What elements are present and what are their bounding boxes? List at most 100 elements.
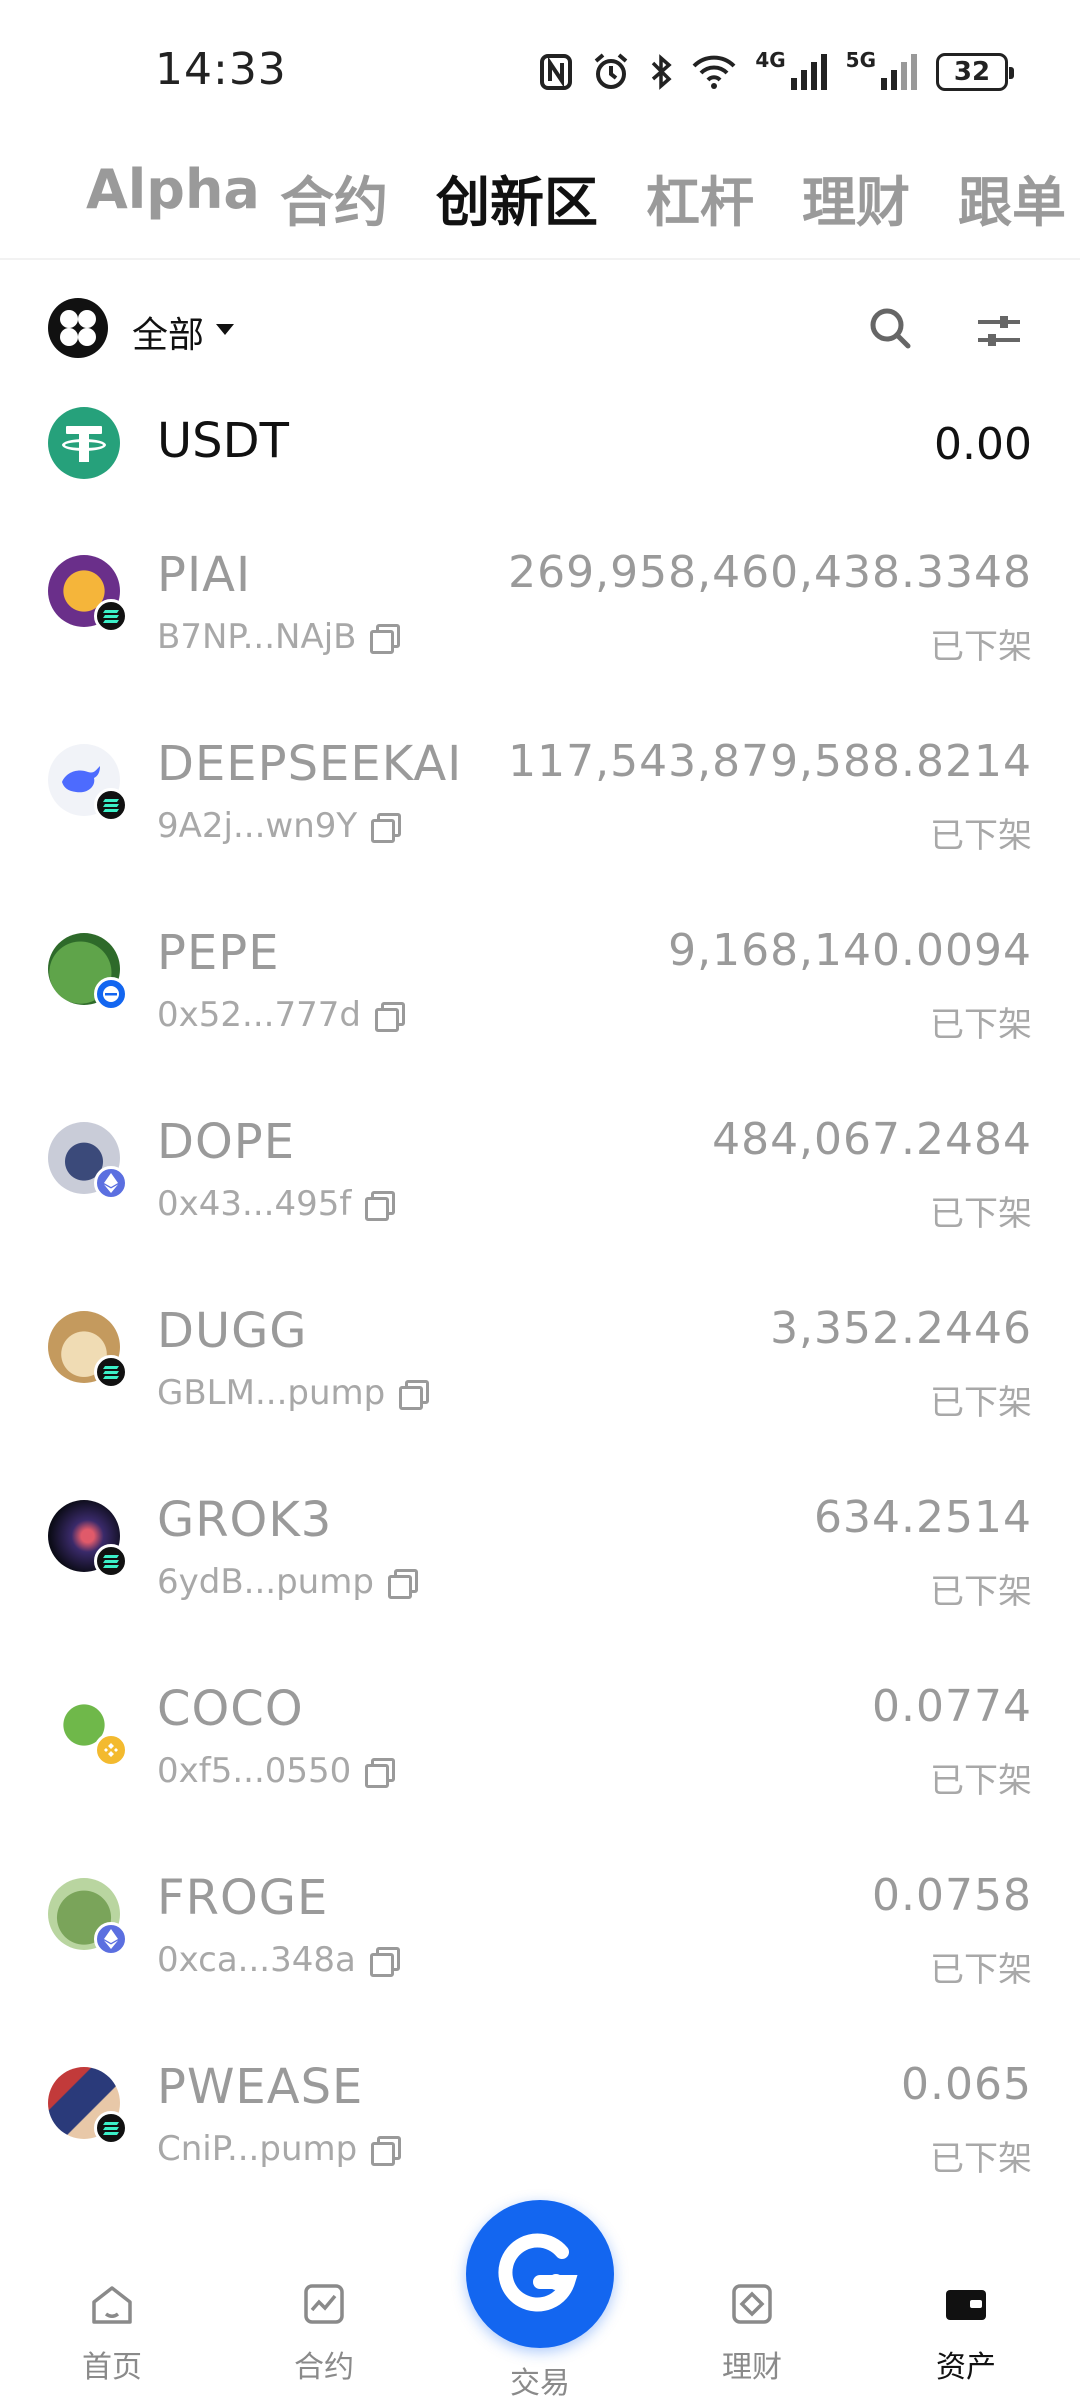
copy-icon[interactable] [370, 624, 401, 654]
alarm-icon [595, 53, 628, 89]
status-icons: 4G 5G 32 [539, 46, 1014, 98]
asset-row[interactable]: DOPE 0x43...495f 484,067.2484 已下架 [0, 1092, 1080, 1280]
tab-copy-trading[interactable]: 跟单 [958, 158, 1066, 237]
copy-icon[interactable] [365, 1191, 396, 1221]
all-chains-icon[interactable] [48, 298, 108, 358]
copy-icon[interactable] [371, 2136, 402, 2166]
battery-icon: 32 [936, 53, 1014, 91]
copy-icon[interactable] [387, 1569, 418, 1599]
pwease-token-icon [48, 2067, 128, 2145]
token-address: 0xca...348a [157, 1940, 400, 1980]
status-time: 14:33 [155, 44, 287, 95]
delisted-status: 已下架 [930, 1950, 1032, 1990]
tab-contract[interactable]: 合约 [280, 158, 388, 237]
tether-icon [48, 407, 120, 479]
token-amount: 117,543,879,588.8214 [508, 736, 1032, 787]
address-text: B7NP...NAjB [157, 617, 357, 657]
token-address: GBLM...pump [157, 1373, 430, 1413]
ethereum-icon [94, 1922, 128, 1956]
nav-label: 理财 [722, 2350, 782, 2385]
token-address: B7NP...NAjB [157, 617, 401, 657]
network-type-2: 5G [845, 48, 876, 72]
search-icon[interactable] [866, 304, 916, 354]
delisted-status: 已下架 [930, 1572, 1032, 1612]
copy-icon[interactable] [365, 1758, 396, 1788]
solana-icon [94, 1355, 128, 1389]
delisted-status: 已下架 [930, 816, 1032, 856]
asset-row-usdt[interactable]: USDT 0.00 [0, 385, 1080, 495]
solana-icon [94, 1544, 128, 1578]
token-name: PEPE [157, 925, 280, 981]
copy-icon[interactable] [374, 1002, 405, 1032]
bluetooth-icon [652, 54, 672, 90]
delisted-status: 已下架 [930, 1383, 1032, 1423]
trade-icon [498, 2233, 578, 2312]
delisted-status: 已下架 [930, 627, 1032, 667]
token-address: 0x52...777d [157, 995, 405, 1035]
nav-finance[interactable]: 理财 [692, 2280, 812, 2386]
copy-icon[interactable] [369, 1947, 400, 1977]
nav-assets[interactable]: 资产 [906, 2280, 1026, 2386]
asset-row[interactable]: DUGG GBLM...pump 3,352.2446 已下架 [0, 1281, 1080, 1469]
asset-row[interactable]: COCO 0xf5...0550 0.0774 已下架 [0, 1659, 1080, 1847]
token-amount: 0.0774 [872, 1681, 1032, 1732]
token-name: COCO [157, 1681, 304, 1737]
token-address: 6ydB...pump [157, 1562, 418, 1602]
copy-icon[interactable] [371, 813, 402, 843]
filter-settings-icon[interactable] [974, 306, 1024, 356]
token-name: FROGE [157, 1870, 329, 1926]
address-text: 0x43...495f [157, 1184, 352, 1224]
coco-token-icon [48, 1689, 128, 1767]
token-amount: 634.2514 [814, 1492, 1032, 1543]
home-icon [92, 2286, 132, 2324]
copy-icon[interactable] [399, 1380, 430, 1410]
deepseekai-token-icon [48, 744, 128, 822]
grok3-token-icon [48, 1500, 128, 1578]
wallet-icon [946, 2290, 986, 2320]
delisted-status: 已下架 [930, 2139, 1032, 2179]
chevron-down-icon[interactable] [216, 324, 234, 335]
signal-icon [881, 54, 917, 90]
froge-token-icon [48, 1878, 128, 1956]
signal-icon [790, 54, 827, 90]
tab-margin[interactable]: 杠杆 [646, 158, 754, 237]
finance-icon [732, 2284, 772, 2324]
delisted-status: 已下架 [930, 1005, 1032, 1045]
dugg-token-icon [48, 1311, 128, 1389]
address-text: 0xf5...0550 [157, 1751, 352, 1791]
wifi-icon [692, 55, 736, 89]
asset-row[interactable]: DEEPSEEKAI 9A2j...wn9Y 117,543,879,588.8… [0, 714, 1080, 902]
solana-icon [94, 599, 128, 633]
asset-row[interactable]: PWEASE CniP...pump 0.065 已下架 [0, 2037, 1080, 2225]
nav-home[interactable]: 首页 [52, 2280, 172, 2386]
asset-row[interactable]: FROGE 0xca...348a 0.0758 已下架 [0, 1848, 1080, 2036]
solana-icon [94, 788, 128, 822]
address-text: 0xca...348a [157, 1940, 356, 1980]
token-amount: 269,958,460,438.3348 [508, 547, 1032, 598]
nfc-icon [540, 54, 573, 90]
trade-button[interactable] [466, 2200, 614, 2348]
address-text: 9A2j...wn9Y [157, 806, 358, 846]
asset-row[interactable]: PIAI B7NP...NAjB 269,958,460,438.3348 已下… [0, 525, 1080, 713]
token-amount: 9,168,140.0094 [668, 925, 1032, 976]
token-address: 0xf5...0550 [157, 1751, 396, 1791]
token-name: DUGG [157, 1303, 308, 1359]
status-bar: 14:33 4G 5G 32 [0, 0, 1080, 130]
address-text: 0x52...777d [157, 995, 361, 1035]
piai-token-icon [48, 555, 128, 633]
chain-filter-dropdown[interactable]: 全部 [132, 306, 204, 358]
tab-finance[interactable]: 理财 [802, 158, 910, 237]
chart-icon [304, 2284, 344, 2324]
tab-alpha[interactable]: Alpha [86, 158, 260, 221]
ethereum-icon [94, 1166, 128, 1200]
asset-row[interactable]: PEPE 0x52...777d 9,168,140.0094 已下架 [0, 903, 1080, 1091]
solana-icon [94, 2111, 128, 2145]
token-address: CniP...pump [157, 2129, 402, 2169]
tab-innovation[interactable]: 创新区 [436, 158, 598, 237]
dope-token-icon [48, 1122, 128, 1200]
asset-row[interactable]: GROK3 6ydB...pump 634.2514 已下架 [0, 1470, 1080, 1658]
nav-label: 首页 [82, 2350, 142, 2385]
nav-contract[interactable]: 合约 [264, 2280, 384, 2386]
token-name: PWEASE [157, 2059, 364, 2115]
asset-name: USDT [157, 413, 289, 469]
